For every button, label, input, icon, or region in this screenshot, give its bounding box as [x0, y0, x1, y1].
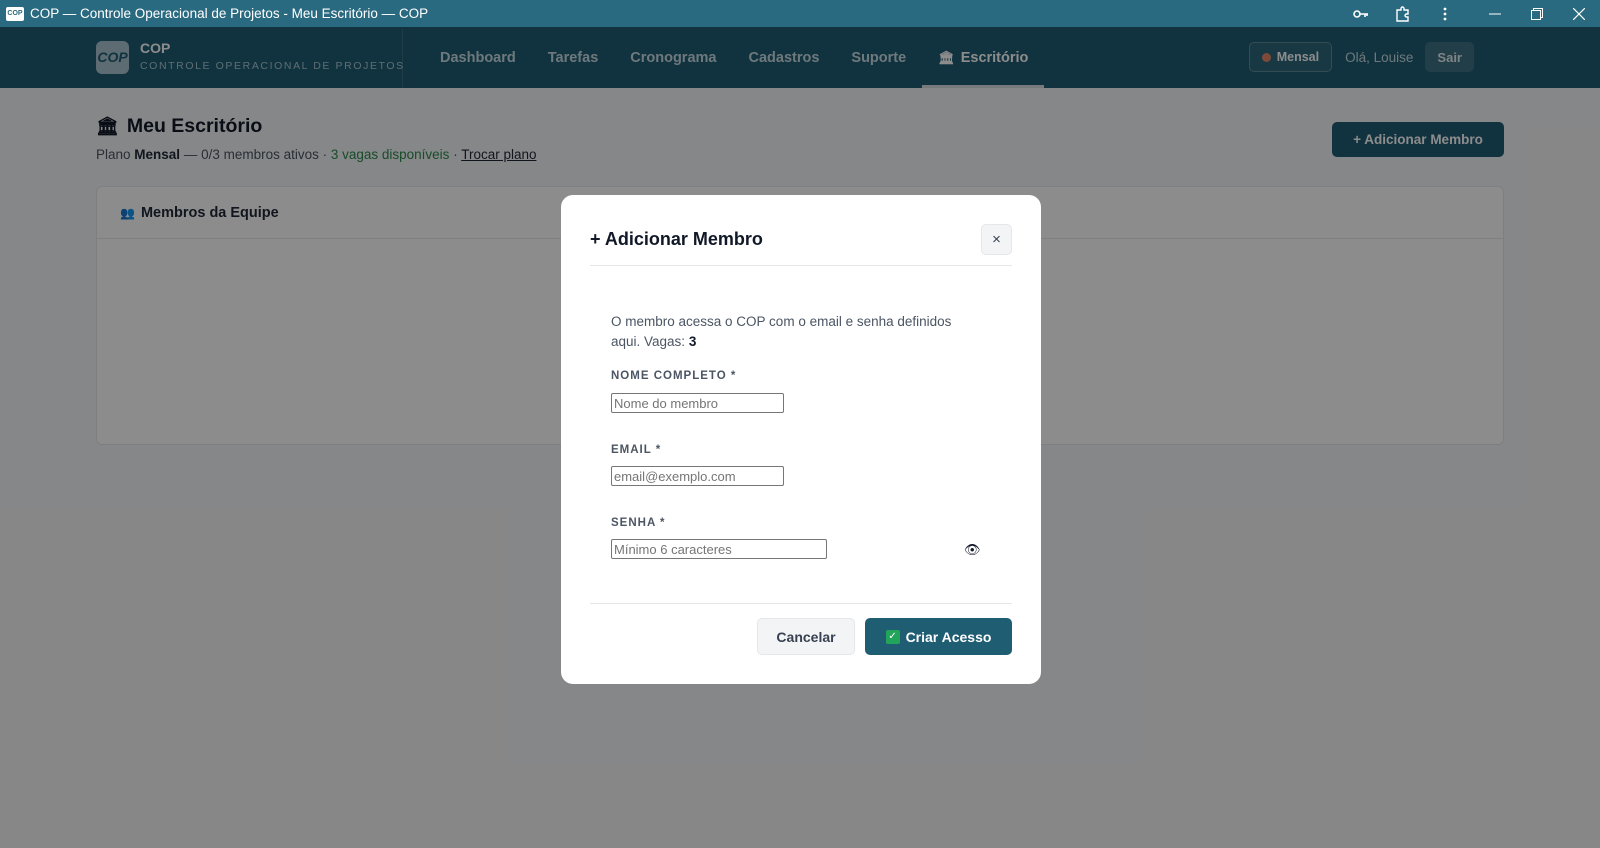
window-titlebar: COP COP — Controle Operacional de Projet… — [0, 0, 1600, 27]
eye-icon[interactable]: 👁 — [964, 542, 981, 558]
email-input[interactable] — [611, 466, 784, 486]
password-label: SENHA * — [611, 517, 666, 529]
window-title: COP — Controle Operacional de Projetos -… — [30, 6, 429, 21]
password-input[interactable] — [611, 539, 827, 559]
create-access-label: Criar Acesso — [905, 628, 992, 645]
cancel-button[interactable]: Cancelar — [757, 618, 855, 655]
email-label: EMAIL * — [611, 444, 662, 456]
check-icon: ✓ — [885, 629, 900, 644]
key-icon[interactable] — [1340, 0, 1382, 27]
modal-header: + Adicionar Membro × — [590, 224, 1012, 266]
restore-icon[interactable] — [1516, 0, 1558, 27]
vacancies-count: 3 — [688, 334, 697, 349]
minimize-icon[interactable] — [1474, 0, 1516, 27]
extensions-icon[interactable] — [1382, 0, 1424, 27]
add-member-modal: + Adicionar Membro × O membro acessa o C… — [561, 195, 1041, 684]
modal-description-text: O membro acessa o COP com o email e senh… — [611, 314, 952, 349]
create-access-button[interactable]: ✓ Criar Acesso — [865, 618, 1012, 655]
name-input[interactable] — [611, 393, 784, 413]
close-icon[interactable]: × — [981, 224, 1012, 255]
app-icon: COP — [6, 6, 24, 21]
modal-footer-divider — [590, 603, 1012, 604]
name-label: NOME COMPLETO * — [611, 370, 737, 382]
more-options-icon[interactable] — [1424, 0, 1466, 27]
modal-description: O membro acessa o COP com o email e senh… — [611, 312, 983, 352]
close-window-icon[interactable] — [1558, 0, 1600, 27]
modal-title: + Adicionar Membro — [590, 229, 763, 249]
